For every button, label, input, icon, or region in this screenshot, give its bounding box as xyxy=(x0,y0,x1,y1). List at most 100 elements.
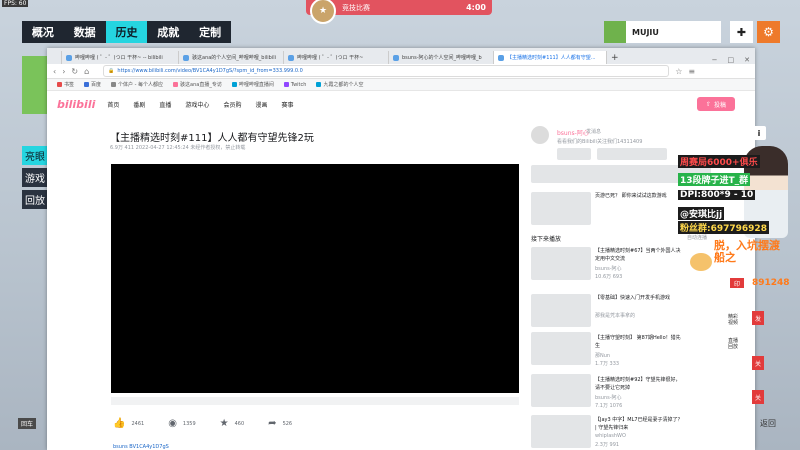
upload-button[interactable]: ⇧ 投稿 xyxy=(697,97,735,111)
nav-manga[interactable]: 漫画 xyxy=(255,100,267,109)
coin-button[interactable]: ◉ 1359 xyxy=(168,418,195,429)
social-button[interactable]: ✚ xyxy=(730,21,753,43)
player-control-bar[interactable] xyxy=(111,397,519,405)
favicon-icon xyxy=(66,54,72,61)
uploader-avatar[interactable] xyxy=(531,126,549,144)
rec-thumbnail[interactable] xyxy=(531,415,591,448)
new-tab-button[interactable]: + xyxy=(607,51,623,64)
side-tag[interactable]: 关 xyxy=(752,356,764,370)
rec-thumbnail[interactable] xyxy=(531,247,591,280)
rec-uploader[interactable]: bsuns-阿心 xyxy=(595,265,622,272)
overlay-line: 周赛局6000+俱乐 xyxy=(678,155,760,168)
nav-esports[interactable]: 赛事 xyxy=(281,100,293,109)
maximize-icon[interactable]: □ xyxy=(723,56,740,64)
top-nav: 概况 数据 历史 成就 定制 xyxy=(22,21,231,43)
rec-title[interactable]: 【主播精选时刻#67】当两个外国人决定用中文交流 xyxy=(595,247,685,263)
tab-overview[interactable]: 概况 xyxy=(22,21,64,43)
rec-uploader[interactable]: 那我是凭本事拿的 xyxy=(595,312,635,319)
settings-button[interactable]: ⚙ xyxy=(757,21,780,43)
share-button[interactable]: ➦ 526 xyxy=(268,418,292,429)
video-player[interactable] xyxy=(111,164,519,393)
site-logo[interactable]: bilibili xyxy=(57,98,95,111)
browser-tab-active[interactable]: 【主播精选时刻#111】人人都有守望... xyxy=(494,51,607,64)
side-tag[interactable]: 发 xyxy=(752,311,764,325)
rec-uploader[interactable]: 那Nun xyxy=(595,352,610,359)
info-icon[interactable]: i xyxy=(752,126,766,140)
rec-title[interactable]: 【主播精选时刻#92】守望先锋很好，请不要让它死掉 xyxy=(595,376,685,392)
hero-portrait xyxy=(22,56,48,114)
browser-tab[interactable]: bsuns-阿心的个人空间_哔哩哔哩_b xyxy=(389,51,494,64)
url-input[interactable]: 🔒 https://www.bilibili.com/video/BV1CA4y… xyxy=(103,65,670,77)
address-bar: ‹ › ↻ ⌂ 🔒 https://www.bilibili.com/video… xyxy=(47,64,755,79)
tab-achievements[interactable]: 成就 xyxy=(147,21,189,43)
like-button[interactable]: 👍 2461 xyxy=(113,418,144,429)
close-icon[interactable]: ✕ xyxy=(739,56,755,64)
side-tag[interactable]: 关 xyxy=(752,390,764,404)
rec-title[interactable]: 【Jay3 中字】ML7已经是妻子清掉了？ | 守望先锋归来 xyxy=(595,416,685,432)
rec-title[interactable]: 【零基础】快速入门开发手机游戏 xyxy=(595,294,685,302)
back-icon[interactable]: ‹ xyxy=(53,67,56,76)
nav-live[interactable]: 直播 xyxy=(159,100,171,109)
site-header: bilibili 首页 番剧 直播 游戏中心 会员购 漫画 赛事 ⇧ 投稿 xyxy=(47,91,755,117)
autoplay-toggle[interactable]: 自动连播 xyxy=(687,234,707,241)
menu-icon[interactable]: ≡ xyxy=(688,67,695,76)
rec-uploader[interactable]: bsuns-阿心 xyxy=(595,394,622,401)
video-tag[interactable]: bsuns BV1CA4y1D7gS xyxy=(113,444,169,450)
charge-button[interactable] xyxy=(557,148,591,160)
coin-icon: ◉ xyxy=(168,418,177,429)
video-actions: 👍 2461 ◉ 1359 ★ 460 ➦ 526 xyxy=(113,418,413,429)
rec-stats: 10.6万 693 xyxy=(595,274,623,280)
player-card[interactable]: MUJIU xyxy=(604,21,721,43)
rec-uploader[interactable]: whiplashWO xyxy=(595,433,626,439)
overlay-line: @安琪比jj xyxy=(678,207,725,220)
bookmark-item[interactable]: 骇这ana直播_专访 xyxy=(173,81,222,88)
rec-thumbnail[interactable] xyxy=(531,294,591,327)
bookmark-item[interactable]: 哔哩哔哩直播间 xyxy=(231,81,274,88)
favicon-icon xyxy=(498,54,504,61)
bookmarks-bar: 书签 百度 个体户 - 每个人都应 骇这ana直播_专访 哔哩哔哩直播间 Twi… xyxy=(47,79,755,91)
minimize-icon[interactable]: − xyxy=(707,56,723,64)
group-icon: ✚ xyxy=(736,25,747,39)
overlay-line: DPI:800*9 - 10 xyxy=(678,190,756,200)
tab-customize[interactable]: 定制 xyxy=(189,21,231,43)
reload-icon[interactable]: ↻ xyxy=(71,67,78,76)
home-icon[interactable]: ⌂ xyxy=(84,67,89,76)
nav-mall[interactable]: 会员购 xyxy=(223,100,241,109)
nav-games[interactable]: 游戏中心 xyxy=(185,100,209,109)
forward-icon[interactable]: › xyxy=(62,67,65,76)
next-up-label: 接下来播放 xyxy=(531,236,562,243)
browser-tab[interactable]: 哔哩哔哩 ( ゜- ゜)つロ 干杯~ xyxy=(284,51,389,64)
bookmark-item[interactable]: 九霞之都的个人空 xyxy=(316,81,363,88)
browser-tab[interactable]: 哔哩哔哩 ( ゜- ゜)つロ 干杯~ -- bilibili xyxy=(62,51,179,64)
browser-logo-icon xyxy=(47,51,62,64)
mascot-icon xyxy=(690,253,712,271)
match-status-bar: ★ 竞技比赛 4:00 xyxy=(306,0,492,24)
bookmark-item[interactable]: Twitch xyxy=(283,82,306,88)
message-button[interactable]: 发消息 xyxy=(586,128,601,135)
video-meta: 6.9万 411 2022-04-27 12:45:24 未经作者授权，禁止转载 xyxy=(110,145,246,151)
thumbs-up-icon: 👍 xyxy=(113,418,126,429)
nav-home[interactable]: 首页 xyxy=(107,100,119,109)
star-icon: ★ xyxy=(219,418,229,429)
bookmark-item[interactable]: 书签 xyxy=(57,81,74,88)
favicon-icon xyxy=(393,54,399,61)
browser-window: 哔哩哔哩 ( ゜- ゜)つロ 干杯~ -- bilibili 骇这ana的个人空… xyxy=(47,48,755,450)
ad-thumbnail[interactable] xyxy=(531,192,591,225)
uploader-name[interactable]: bsuns-阿心 xyxy=(557,128,589,137)
rec-title[interactable]: 【主播守望时刻】 第87期Hello！猎先生 xyxy=(595,334,685,350)
side-text: 精彩 视频 xyxy=(728,314,739,326)
tab-history[interactable]: 历史 xyxy=(105,21,148,43)
star-icon[interactable]: ☆ xyxy=(675,67,682,76)
tab-data[interactable]: 数据 xyxy=(64,21,106,43)
back-button[interactable]: 返回 xyxy=(760,418,776,429)
browser-tab[interactable]: 骇这ana的个人空间_哔哩哔哩_bilibili xyxy=(179,51,284,64)
nav-anime[interactable]: 番剧 xyxy=(133,100,145,109)
rec-thumbnail[interactable] xyxy=(531,332,591,365)
follow-button[interactable] xyxy=(597,148,667,160)
favorite-button[interactable]: ★ 460 xyxy=(220,418,245,429)
ad-title[interactable]: 页游已死？ 即你来试试这款游戏 xyxy=(595,192,685,200)
gear-icon: ⚙ xyxy=(763,25,774,39)
bookmark-item[interactable]: 个体户 - 每个人都应 xyxy=(111,81,163,88)
bookmark-item[interactable]: 百度 xyxy=(84,81,101,88)
rec-thumbnail[interactable] xyxy=(531,374,591,407)
